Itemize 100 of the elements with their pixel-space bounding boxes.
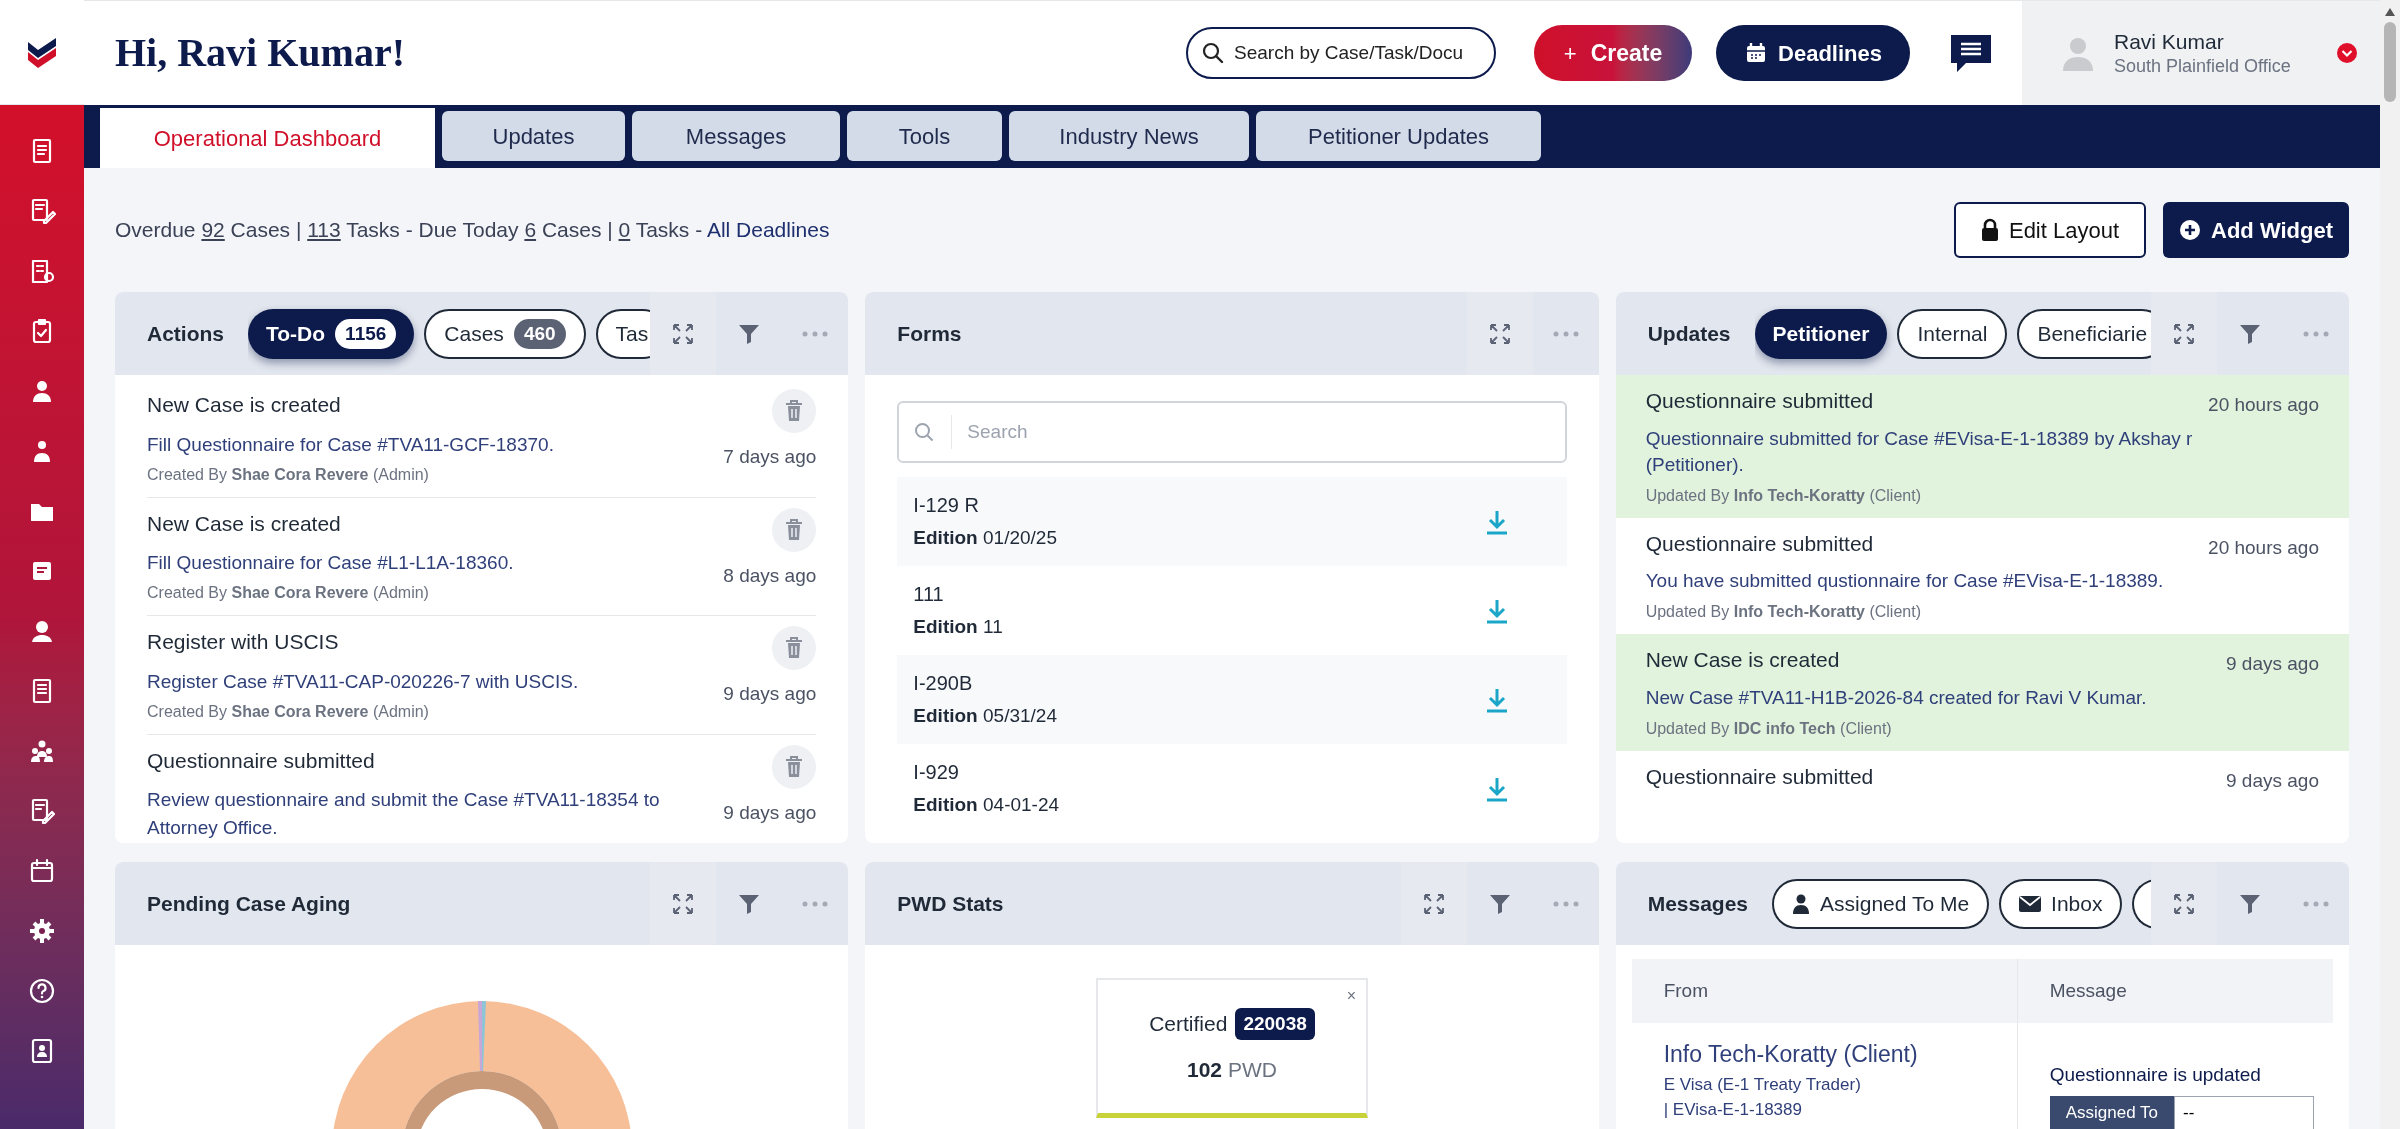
form-name: 111 xyxy=(913,582,945,608)
add-widget-button[interactable]: Add Widget xyxy=(2163,202,2349,258)
form-name: I-290B xyxy=(913,671,974,697)
form-edition: Edition 05/31/24 xyxy=(913,704,1058,729)
update-title: Questionnaire submitted xyxy=(1645,388,1875,414)
filter-tab[interactable]: Beneficiarie xyxy=(2017,308,2151,359)
user-name: Ravi Kumar xyxy=(2114,28,2225,55)
action-description: Fill Questionnaire for Case #TVA11-GCF-18370. xyxy=(147,432,555,457)
time-ago: 20 hours ago xyxy=(2208,393,2319,417)
filter-tab[interactable]: Cases 460 xyxy=(424,308,586,359)
delete-button[interactable] xyxy=(772,626,817,670)
count-link[interactable]: 6 xyxy=(524,218,537,242)
update-description: Questionnaire submitted for Case #EVisa-E-1-18389 by Akshay r (Petitioner). xyxy=(1645,426,2194,477)
count-link[interactable]: 0 xyxy=(618,218,631,242)
plus-circle-icon xyxy=(2179,219,2201,241)
close-button[interactable]: × xyxy=(1346,984,1356,1008)
search-field[interactable]: Search by Case/Task/Docu xyxy=(1186,27,1496,79)
user-office: South Plainfield Office xyxy=(2114,54,2292,78)
search-icon xyxy=(914,422,935,442)
chevron-down-icon[interactable] xyxy=(2336,42,2358,64)
assign-label: Assigned To xyxy=(2049,1095,2174,1129)
expand-icon[interactable] xyxy=(2172,321,2196,346)
stat-unit: PWD xyxy=(1228,1057,1277,1083)
edit-layout-button[interactable]: Edit Layout xyxy=(1954,202,2146,258)
lock-icon xyxy=(1980,218,1999,242)
tab[interactable]: Tools xyxy=(847,111,1002,161)
form-name: I-129 R xyxy=(913,493,980,519)
download-icon[interactable] xyxy=(1484,508,1509,535)
filter-tab[interactable]: To-Do 1156 xyxy=(248,308,415,359)
update-title: New Case is created xyxy=(1645,647,1841,673)
updated-by-text: Updated By Info Tech-Koratty (Client) xyxy=(1645,485,1922,506)
sender-name: Info Tech-Koratty (Client) xyxy=(1663,1040,1919,1069)
created-by-text: Created By Shae Cora Revere (Admin) xyxy=(147,464,430,485)
search-icon xyxy=(1201,41,1225,65)
update-description: New Case #TVA11-H1B-2026-84 created for Ravi V Kumar. xyxy=(1645,685,2148,710)
filter-tab[interactable]: Tas xyxy=(595,308,651,359)
calendar-icon[interactable] xyxy=(28,857,56,885)
update-title: Questionnaire submitted xyxy=(1645,530,1875,557)
update-description: You have submitted qustionnaire for Case #EVisa-E-1-18389. xyxy=(1645,569,2165,593)
update-title: Questionnaire submitted xyxy=(1645,763,1875,790)
count-link[interactable]: 92 xyxy=(201,218,225,242)
action-title: New Case is created xyxy=(147,510,342,537)
widget-title: Updates xyxy=(1647,320,1731,347)
column-header: Message xyxy=(2048,978,2128,1003)
time-ago: 20 hours ago xyxy=(2208,535,2319,560)
download-icon[interactable] xyxy=(1484,775,1509,802)
action-title: Questionnaire submitted xyxy=(147,747,376,774)
deadlines-button[interactable]: Deadlines xyxy=(1716,25,1910,81)
settings-icon[interactable] xyxy=(28,917,56,945)
delete-button[interactable] xyxy=(772,389,817,433)
widget-title: Actions xyxy=(147,320,224,347)
widget-title: PWD Stats xyxy=(897,890,1004,917)
tab[interactable]: Updates xyxy=(442,111,625,161)
filter-tab[interactable]: Assigned To Me xyxy=(1772,878,1990,929)
deadline-summary: Overdue 92 Cases | 113 Tasks - Due Today 6 Cases | 0 Tasks - All Deadlines xyxy=(115,217,830,244)
tab[interactable]: Industry News xyxy=(1009,111,1249,161)
form-name: I-929 xyxy=(913,760,960,786)
time-ago: 9 days ago xyxy=(2226,652,2319,676)
count-link[interactable]: 113 xyxy=(307,218,341,242)
widget-title: Pending Case Aging xyxy=(147,890,351,917)
update-item[interactable]: New Case is created 9 days ago New Case #TVA11-H1B-2026-84 created for Ravi V Kumar. Updated By IDC info Tech (Client) xyxy=(1615,634,2349,751)
updated-by-text: Updated By IDC info Tech (Client) xyxy=(1645,718,1893,739)
widget-title: Forms xyxy=(897,320,962,347)
trash-icon xyxy=(785,755,804,778)
filter-tab[interactable]: Internal xyxy=(1897,308,2008,359)
stat-value: 102 xyxy=(1186,1057,1222,1083)
trash-icon xyxy=(785,518,804,541)
time-ago: 8 days ago xyxy=(723,563,817,588)
scrollbar[interactable] xyxy=(2380,0,2400,1129)
updated-by-text: Updated By Info Tech-Koratty (Client) xyxy=(1645,602,1922,622)
update-item[interactable]: Questionnaire submitted 20 hours ago Questionnaire submitted for Case #EVisa-E-1-18389 by Akshay r (Petitioner). Updated By Info Tech-Koratty (Client) xyxy=(1615,375,2349,518)
create-button[interactable]: + Create xyxy=(1534,25,1692,81)
expand-icon[interactable] xyxy=(1421,891,1446,916)
tab[interactable]: Petitioner Updates xyxy=(1256,111,1541,161)
form-edition: Edition 04-01-24 xyxy=(913,793,1061,818)
scrollbar-thumb[interactable] xyxy=(2384,22,2396,102)
scroll-up-icon xyxy=(2385,8,2395,16)
time-ago: 9 days ago xyxy=(723,682,817,706)
action-description: Register Case #TVA11-CAP-020226-7 with USCIS. xyxy=(147,669,580,694)
filter-tab[interactable]: Inbox xyxy=(1999,878,2123,929)
assignee-select[interactable]: -- xyxy=(2173,1095,2314,1129)
message-detail: | EVisa-E-1-18389 xyxy=(1663,1099,1803,1121)
action-title: New Case is created xyxy=(147,392,342,418)
expand-icon[interactable] xyxy=(671,321,696,346)
count-badge: 460 xyxy=(513,318,566,349)
tab[interactable]: Messages xyxy=(632,111,840,161)
deadlines-link[interactable]: All Deadlines xyxy=(706,218,830,242)
status-label: Certified xyxy=(1149,1011,1228,1037)
download-icon[interactable] xyxy=(1484,686,1509,713)
filter-tab[interactable]: Petitioner xyxy=(1754,308,1888,359)
envelope-icon xyxy=(2019,895,2042,912)
download-icon[interactable] xyxy=(1484,597,1509,624)
expand-icon[interactable] xyxy=(1487,321,1512,346)
expand-icon[interactable] xyxy=(2172,891,2196,916)
expand-icon[interactable] xyxy=(671,891,696,916)
person-icon xyxy=(1792,893,1811,914)
help-icon[interactable] xyxy=(28,977,56,1005)
tab[interactable]: Operational Dashboard xyxy=(100,108,435,168)
greeting-title: Hi, Ravi Kumar! xyxy=(115,29,405,77)
created-by-text: Created By Shae Cora Revere (Admin) xyxy=(147,583,430,603)
